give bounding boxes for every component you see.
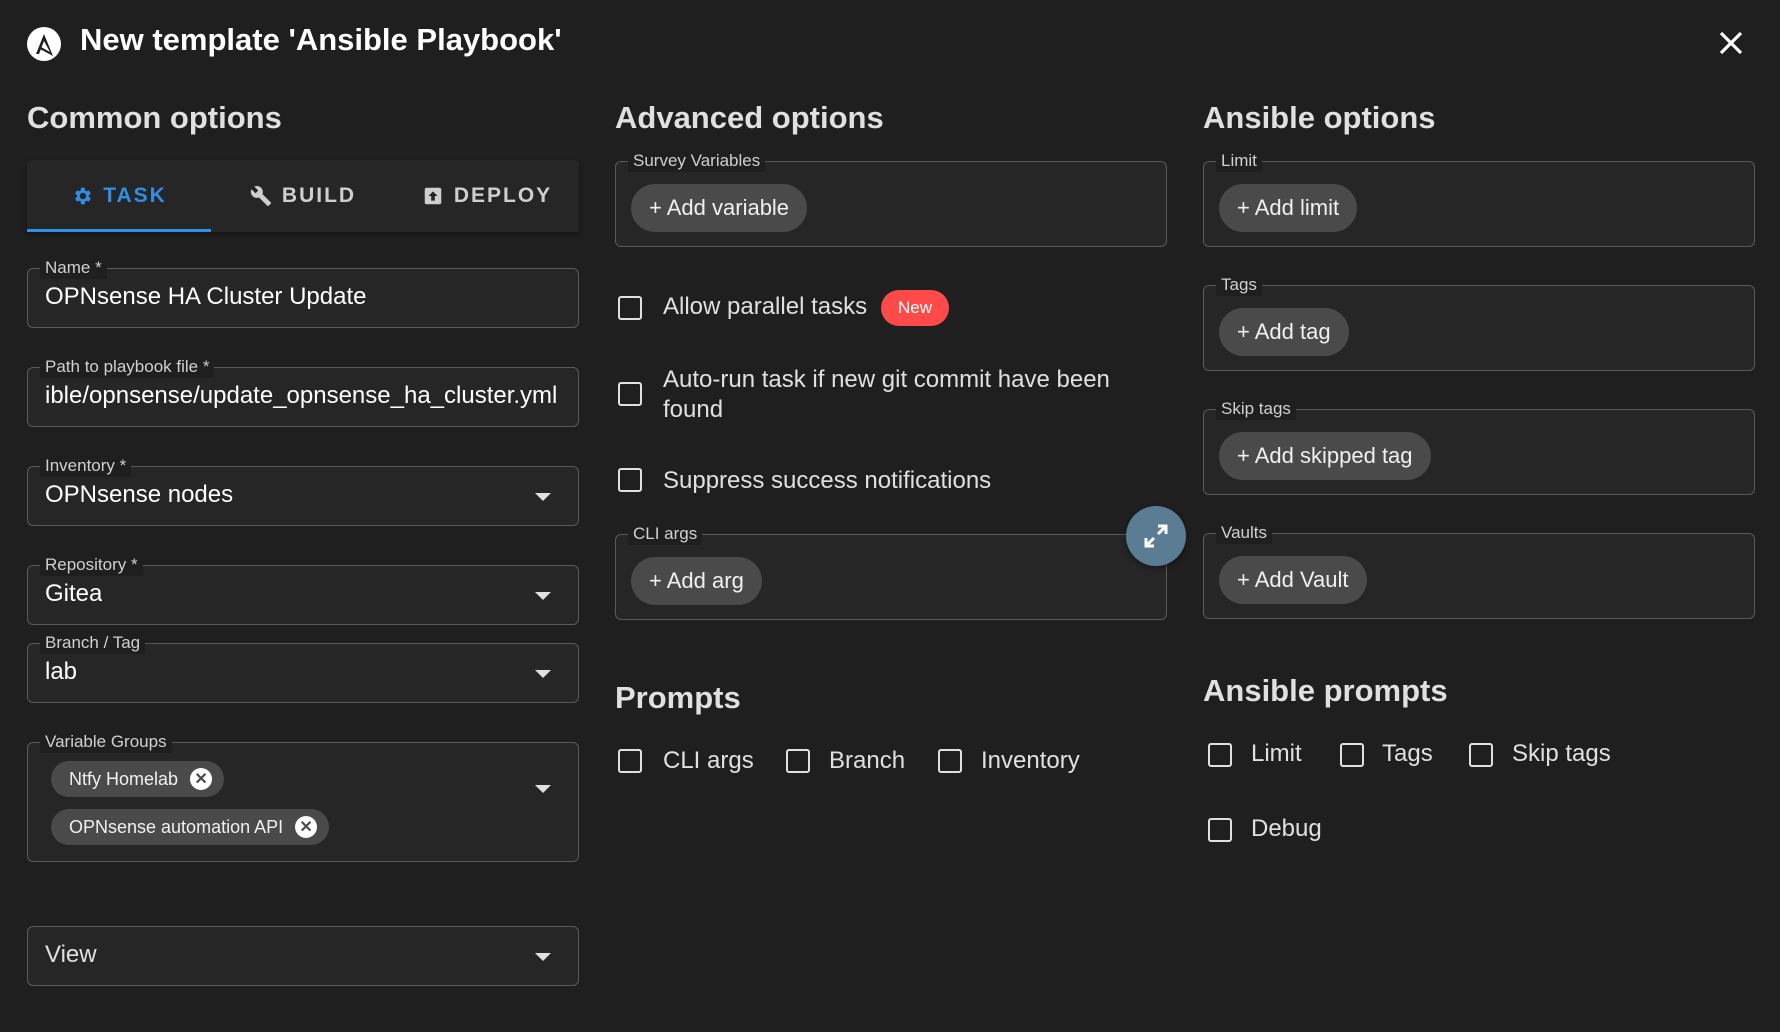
cli-args-box: CLI args + Add arg [615,523,1167,620]
skip-tags-box: Skip tags + Add skipped tag [1203,398,1755,495]
name-field-value: OPNsense HA Cluster Update [45,283,367,310]
ansible-prompt-limit-checkbox[interactable] [1208,743,1232,767]
prompt-inventory-label: Inventory [981,747,1080,774]
chip-label: OPNsense automation API [69,816,284,837]
wrench-icon [250,186,271,207]
inventory-label: Inventory * [40,455,132,477]
suppress-notifications-label: Suppress success notifications [663,467,992,494]
advanced-options-title: Advanced options [615,100,884,135]
cli-args-label: CLI args [628,523,703,545]
prompt-branch-checkbox[interactable] [786,749,810,773]
autorun-label-line2: found [663,396,724,423]
ansible-prompt-debug-checkbox[interactable] [1208,818,1232,842]
skip-tags-label: Skip tags [1216,398,1296,420]
ansible-prompt-tags-label: Tags [1382,740,1433,767]
vaults-box: Vaults + Add Vault [1203,522,1755,619]
limit-box: Limit + Add limit [1203,150,1755,247]
tab-deploy-label: DEPLOY [453,184,553,207]
remove-chip-icon[interactable]: ✕ [190,768,213,790]
vaults-label: Vaults [1216,522,1272,544]
gear-icon [75,187,91,205]
ansible-logo-icon [27,27,61,61]
variable-groups-label: Variable Groups [40,731,172,753]
ansible-prompt-debug-label: Debug [1251,815,1322,842]
inventory-value: OPNsense nodes [45,481,234,508]
variable-group-chip: Ntfy Homelab ✕ [51,761,225,797]
view-value: View [45,941,97,968]
tags-box: Tags + Add tag [1203,274,1755,371]
variable-group-chip: OPNsense automation API ✕ [51,809,330,845]
ansible-options-title: Ansible options [1203,100,1436,135]
dialog-header: New template 'Ansible Playbook' [0,0,1780,88]
prompts-title: Prompts [615,680,741,715]
chevron-down-icon[interactable] [535,953,551,961]
upload-icon [424,187,442,205]
suppress-notifications-checkbox[interactable] [618,468,642,492]
add-limit-button[interactable]: + Add limit [1219,184,1358,232]
branch-select[interactable]: Branch / Tag lab [27,632,579,703]
dialog-title: New template 'Ansible Playbook' [80,22,562,57]
view-select[interactable]: View [27,926,579,986]
ansible-prompt-tags-checkbox[interactable] [1340,743,1364,767]
allow-parallel-label: Allow parallel tasks [663,293,868,320]
allow-parallel-checkbox[interactable] [618,296,642,320]
limit-label: Limit [1216,150,1262,172]
add-variable-button[interactable]: + Add variable [631,184,808,232]
prompt-cli-args-checkbox[interactable] [618,749,642,773]
prompt-branch-label: Branch [829,747,906,774]
ansible-prompt-limit-label: Limit [1251,740,1302,767]
autorun-label-line1: Auto-run task if new git commit have bee… [663,366,1110,393]
variable-groups-select[interactable]: Variable Groups Ntfy Homelab ✕ OPNsense … [27,731,579,862]
close-icon[interactable] [1714,26,1748,60]
playbook-path-field[interactable]: Path to playbook file * ible/opnsense/up… [27,356,579,427]
autorun-checkbox[interactable] [618,382,642,406]
add-arg-button[interactable]: + Add arg [631,557,762,605]
tab-build-label: BUILD [281,184,357,207]
name-field[interactable]: Name * OPNsense HA Cluster Update [27,257,579,328]
branch-label: Branch / Tag [40,632,146,654]
chip-label: Ntfy Homelab [69,768,179,789]
name-field-label: Name * [40,257,107,279]
add-skipped-tag-button[interactable]: + Add skipped tag [1219,432,1431,480]
playbook-path-label: Path to playbook file * [40,356,215,378]
expand-icon[interactable] [1126,506,1186,566]
chevron-down-icon[interactable] [535,592,551,600]
prompt-inventory-checkbox[interactable] [938,749,962,773]
new-badge: New [881,290,950,326]
playbook-path-value: ible/opnsense/update_opnsense_ha_cluster… [45,382,558,409]
inventory-select[interactable]: Inventory * OPNsense nodes [27,455,579,526]
ansible-prompt-skip-tags-checkbox[interactable] [1469,743,1493,767]
chevron-down-icon[interactable] [535,785,551,793]
chevron-down-icon[interactable] [535,670,551,678]
tab-task-label: TASK [103,184,167,207]
chevron-down-icon[interactable] [535,493,551,501]
ansible-prompt-skip-tags-label: Skip tags [1512,740,1611,767]
common-options-title: Common options [27,100,282,135]
add-tag-button[interactable]: + Add tag [1219,308,1349,356]
tab-task[interactable]: TASK [27,160,211,232]
branch-value: lab [45,658,78,685]
repository-value: Gitea [45,580,103,607]
remove-chip-icon[interactable]: ✕ [295,816,318,838]
tab-build[interactable]: BUILD [211,160,395,232]
survey-variables-label: Survey Variables [628,150,766,172]
ansible-prompts-title: Ansible prompts [1203,673,1448,708]
tags-label: Tags [1216,274,1262,296]
add-vault-button[interactable]: + Add Vault [1219,556,1367,604]
repository-label: Repository * [40,554,143,576]
tab-deploy[interactable]: DEPLOY [395,160,579,232]
repository-select[interactable]: Repository * Gitea [27,554,579,625]
survey-variables-box: Survey Variables + Add variable [615,150,1167,247]
prompt-cli-args-label: CLI args [663,747,754,774]
tab-bar: TASK BUILD DEPLOY [27,160,579,232]
